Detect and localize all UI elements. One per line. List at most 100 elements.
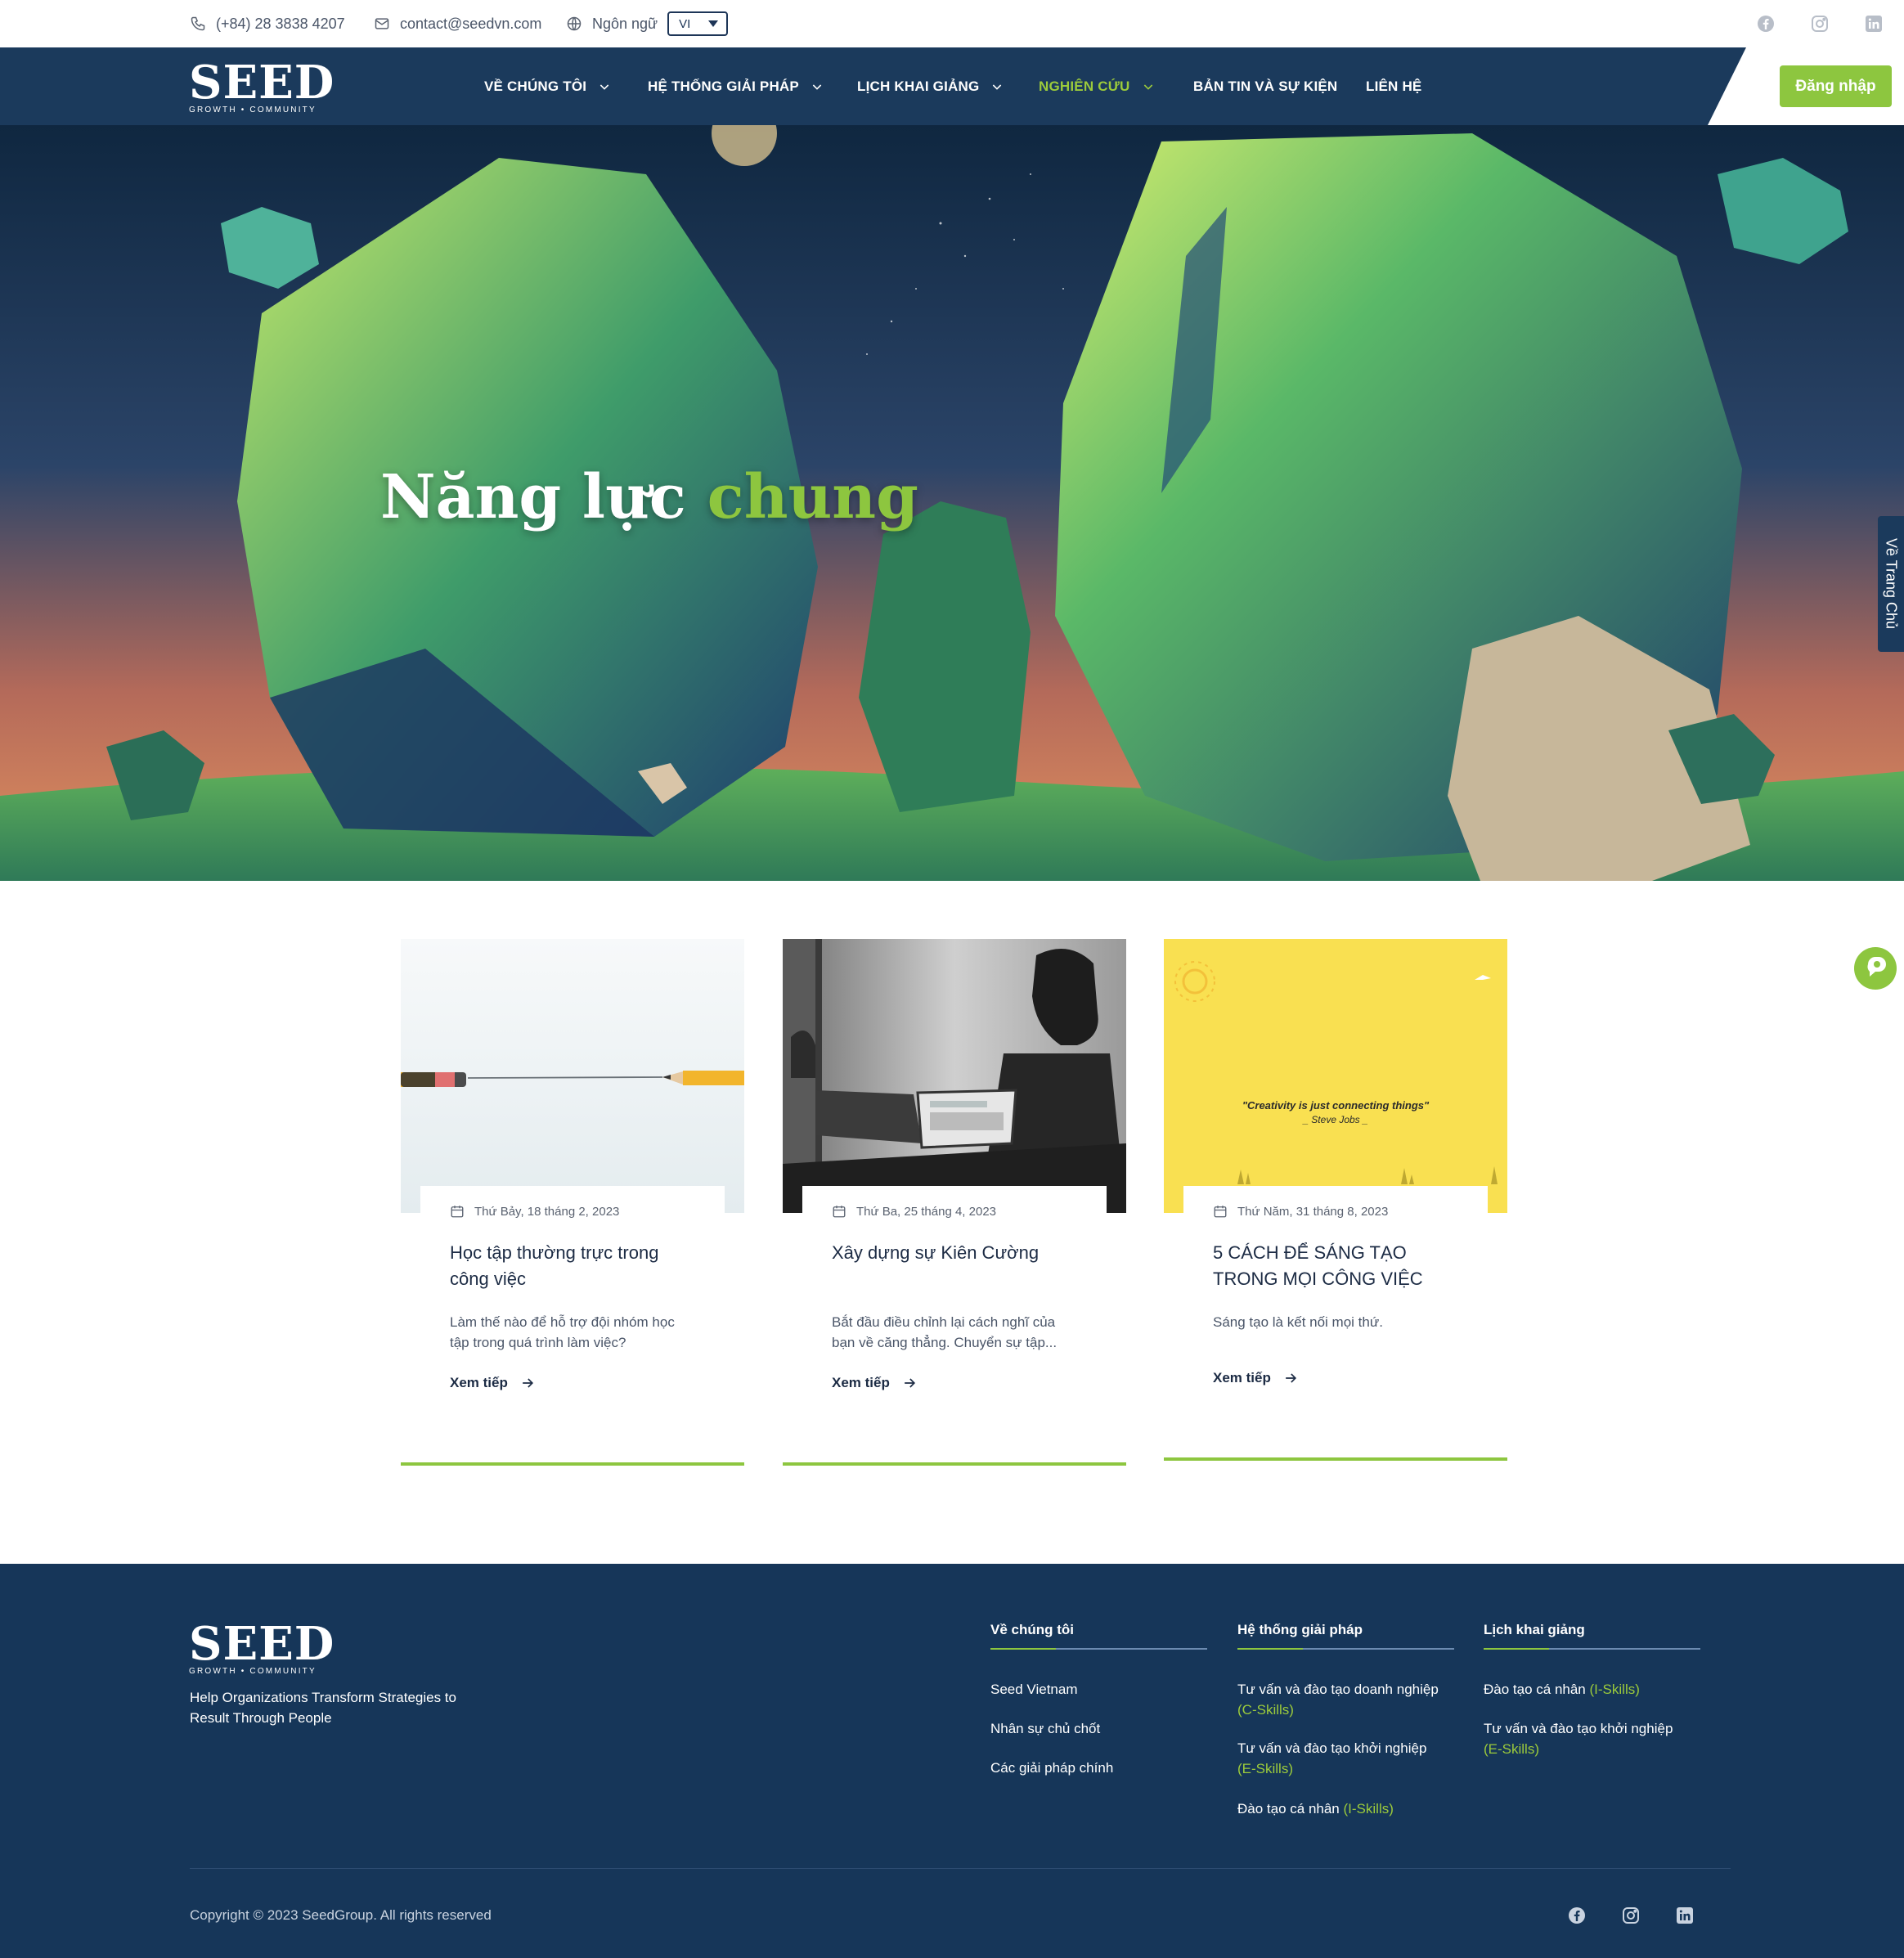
main-navbar: SEED GROWTH • COMMUNITY VỀ CHÚNG TÔI HỆ T… (0, 47, 1904, 125)
instagram-icon[interactable] (1621, 1906, 1641, 1925)
phone-number: (+84) 28 3838 4207 (216, 15, 345, 32)
back-to-home-tab[interactable]: Về Trang Chủ (1878, 516, 1904, 652)
read-more-link[interactable]: Xem tiếp (450, 1375, 695, 1391)
footer-divider (190, 1868, 1731, 1869)
card-accent-line (401, 1462, 744, 1466)
footer-heading-schedule: Lịch khai giảng (1484, 1622, 1585, 1637)
article-title[interactable]: Học tập thường trực trong công việc (450, 1240, 695, 1292)
article-date-text: Thứ Bảy, 18 tháng 2, 2023 (474, 1204, 620, 1219)
footer-link[interactable]: Đào tạo cá nhân (I-Skills) (1237, 1799, 1483, 1819)
footer-heading-rule (1237, 1648, 1454, 1650)
article-card-body: Thứ Năm, 31 tháng 8, 2023 5 CÁCH ĐỂ SÁNG… (1183, 1186, 1488, 1460)
article-date: Thứ Bảy, 18 tháng 2, 2023 (450, 1202, 695, 1220)
footer-heading-solutions: Hệ thống giải pháp (1237, 1622, 1363, 1637)
footer-seed-logo[interactable]: SEED GROWTH • COMMUNITY (189, 1621, 335, 1676)
article-excerpt: Làm thế nào để hỗ trợ đội nhóm học tập t… (450, 1314, 675, 1350)
linkedin-icon[interactable] (1675, 1906, 1695, 1925)
arrow-right-icon (1286, 1373, 1296, 1383)
calendar-icon (451, 1206, 464, 1218)
card-accent-line (783, 1462, 1126, 1466)
nav-item-label: LỊCH KHAI GIẢNG (857, 78, 980, 94)
seed-logo[interactable]: SEED GROWTH • COMMUNITY (189, 60, 335, 115)
hero-title-accent: chung (707, 462, 918, 532)
instagram-icon[interactable] (1810, 14, 1830, 34)
chevron-down-icon (812, 83, 822, 90)
chevron-down-icon (993, 83, 1002, 90)
nav-item[interactable]: LỊCH KHAI GIẢNG (857, 47, 1004, 125)
nav-item-label: LIÊN HỆ (1366, 78, 1422, 94)
arrow-right-icon (905, 1378, 915, 1388)
language-label: Ngôn ngữ (592, 15, 658, 32)
nav-item-label: BẢN TIN VÀ SỰ KIỆN (1193, 78, 1338, 94)
facebook-icon[interactable] (1756, 14, 1776, 34)
back-to-home-label: Về Trang Chủ (1883, 538, 1900, 630)
copyright-text: Copyright © 2023 SeedGroup. All rights r… (190, 1907, 492, 1923)
footer-link[interactable]: Seed Vietnam (990, 1679, 1077, 1700)
footer-link[interactable]: Đào tạo cá nhân (I-Skills) (1484, 1679, 1729, 1700)
hero-title: Năng lực chung (380, 462, 918, 532)
calendar-icon (1214, 1206, 1227, 1218)
read-more-label: Xem tiếp (832, 1375, 890, 1390)
nav-item[interactable]: BẢN TIN VÀ SỰ KIỆN (1193, 47, 1337, 125)
article-card-body: Thứ Ba, 25 tháng 4, 2023 Xây dựng sự Kiê… (802, 1186, 1107, 1464)
nav-item-label: VỀ CHÚNG TÔI (484, 78, 587, 94)
article-excerpt: Bắt đầu điều chỉnh lại cách nghĩ của bạn… (832, 1314, 1058, 1350)
article-card-body: Thứ Bảy, 18 tháng 2, 2023 Học tập thường… (420, 1186, 725, 1464)
mail-icon (375, 18, 389, 29)
article-title[interactable]: 5 CÁCH ĐỂ SÁNG TẠO TRONG MỌI CÔNG VIỆC (1213, 1240, 1458, 1292)
email-address: contact@seedvn.com (400, 15, 542, 32)
image-quote-author: _ Steve Jobs _ (1303, 1114, 1368, 1125)
nav-item-label: NGHIÊN CỨU (1039, 78, 1130, 94)
footer-logo-wordmark: SEED (189, 1617, 335, 1671)
footer-link[interactable]: Tư vấn và đào tạo doanh nghiệp (C-Skills) (1237, 1679, 1466, 1720)
footer-link[interactable]: Các giải pháp chính (990, 1758, 1113, 1778)
login-button[interactable]: Đăng nhập (1780, 65, 1892, 107)
footer-logo-tagline: GROWTH • COMMUNITY (189, 1667, 317, 1676)
calendar-icon (833, 1206, 846, 1218)
linkedin-icon[interactable] (1864, 14, 1884, 34)
email-contact[interactable]: contact@seedvn.com (374, 0, 541, 47)
facebook-icon[interactable] (1567, 1906, 1587, 1925)
language-select[interactable]: VI (667, 11, 729, 36)
top-contact-bar: (+84) 28 3838 4207 contact@seedvn.com Ng… (0, 0, 1904, 47)
nav-item[interactable]: LIÊN HỆ (1366, 47, 1421, 125)
footer-link[interactable]: Nhân sự chủ chốt (990, 1718, 1100, 1739)
hero-banner: Năng lực chung Về Trang Chủ (0, 125, 1904, 881)
nav-item[interactable]: VỀ CHÚNG TÔI (484, 47, 611, 125)
nav-item[interactable]: HỆ THỐNG GIẢI PHÁP (648, 47, 824, 125)
footer-heading-rule (990, 1648, 1207, 1650)
article-date-text: Thứ Ba, 25 tháng 4, 2023 (856, 1204, 996, 1219)
article-thumbnail-office[interactable] (783, 939, 1126, 1213)
card-accent-line (1164, 1457, 1507, 1461)
article-date-text: Thứ Năm, 31 tháng 8, 2023 (1237, 1204, 1389, 1219)
nav-item-label: HỆ THỐNG GIẢI PHÁP (648, 78, 799, 94)
chevron-down-icon (599, 83, 609, 90)
nav-item[interactable]: NGHIÊN CỨU (1039, 47, 1155, 125)
phone-contact[interactable]: (+84) 28 3838 4207 (190, 0, 345, 47)
language-value: VI (679, 16, 691, 31)
read-more-label: Xem tiếp (450, 1375, 508, 1390)
logo-wordmark: SEED (189, 56, 335, 110)
chat-icon[interactable] (1853, 946, 1897, 990)
image-quote: "Creativity is just connecting things" (1242, 1099, 1430, 1111)
article-thumbnail-creativity[interactable]: "Creativity is just connecting things" _… (1164, 939, 1507, 1213)
caret-down-icon (708, 20, 719, 27)
footer-heading-about: Về chúng tôi (990, 1622, 1074, 1637)
hero-background-image (0, 125, 1904, 881)
arrow-right-icon (523, 1378, 533, 1388)
article-excerpt: Sáng tạo là kết nối mọi thứ. (1213, 1314, 1383, 1330)
hero-title-main: Năng lực (380, 462, 686, 532)
footer-heading-rule (1484, 1648, 1700, 1650)
article-date: Thứ Năm, 31 tháng 8, 2023 (1213, 1202, 1458, 1220)
footer-link[interactable]: Tư vấn và đào tạo khởi nghiệp (E-Skills) (1484, 1718, 1713, 1759)
globe-icon (567, 16, 582, 31)
footer-tagline: Help Organizations Transform Strategies … (190, 1690, 456, 1726)
article-date: Thứ Ba, 25 tháng 4, 2023 (832, 1202, 1077, 1220)
read-more-link[interactable]: Xem tiếp (1213, 1370, 1458, 1386)
article-thumbnail-pencil[interactable] (401, 939, 744, 1213)
footer-link[interactable]: Tư vấn và đào tạo khởi nghiệp (E-Skills) (1237, 1738, 1466, 1779)
logo-tagline: GROWTH • COMMUNITY (189, 106, 317, 115)
phone-icon (191, 16, 205, 31)
article-title[interactable]: Xây dựng sự Kiên Cường (832, 1240, 1077, 1266)
read-more-link[interactable]: Xem tiếp (832, 1375, 1077, 1391)
